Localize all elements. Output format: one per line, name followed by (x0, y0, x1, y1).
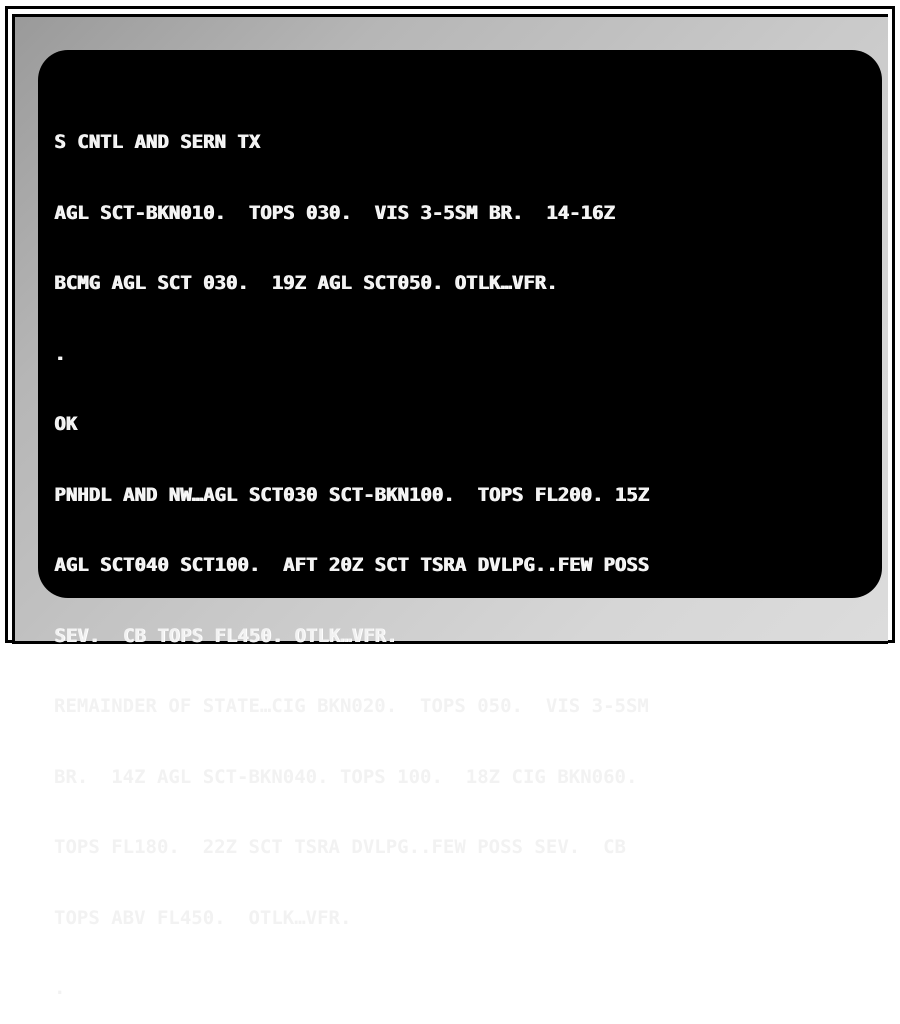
terminal-line: OK (54, 413, 77, 435)
terminal-line: . (54, 342, 66, 365)
terminal-line: PNHDL AND NW…AGL SCT030 SCT-BKN100. TOPS… (54, 483, 649, 506)
terminal-line: BR. 14Z AGL SCT-BKN040. TOPS 100. 18Z CI… (54, 765, 638, 788)
terminal-line: TOPS FL180. 22Z SCT TSRA DVLPG..FEW POSS… (54, 836, 626, 858)
terminal-output: S CNTL AND SERN TX AGL SCT-BKN010. TOPS … (54, 84, 649, 1024)
terminal-line: S CNTL AND SERN TX (54, 131, 260, 153)
terminal-line: TOPS ABV FL450. OTLK…VFR. (54, 906, 352, 929)
terminal-line: REMAINDER OF STATE…CIG BKN020. TOPS 050.… (54, 695, 649, 717)
terminal-line: SEV. CB TOPS FL450. OTLK…VFR. (54, 624, 398, 647)
terminal-line: . (54, 977, 66, 999)
terminal-line: AGL SCT-BKN010. TOPS 030. VIS 3-5SM BR. … (54, 201, 615, 224)
terminal-line: AGL SCT040 SCT100. AFT 20Z SCT TSRA DVLP… (54, 554, 649, 576)
terminal-line: BCMG AGL SCT 030. 19Z AGL SCT050. OTLK…V… (54, 272, 558, 294)
